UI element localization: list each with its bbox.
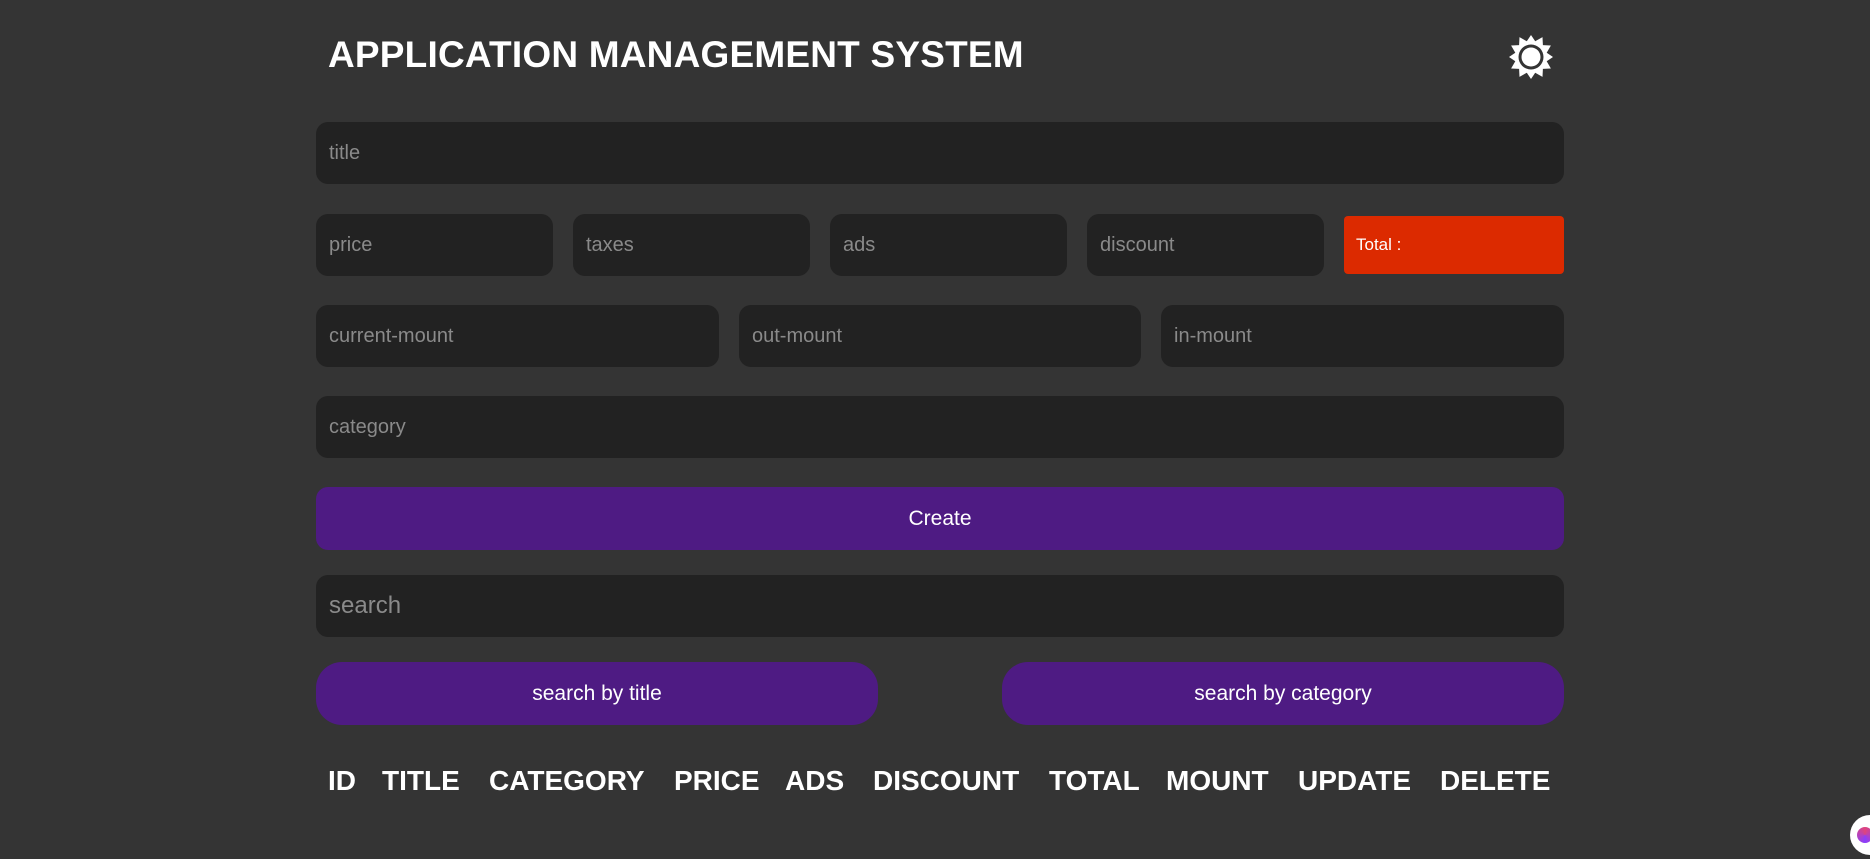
header: APPLICATION MANAGEMENT SYSTEM (316, 0, 1564, 112)
th-price: PRICE (674, 765, 760, 796)
price-input[interactable] (316, 214, 553, 276)
th-category: CATEGORY (489, 765, 645, 796)
table-header-row: ID TITLE CATEGORY PRICE ADS DISCOUNT TOT… (316, 765, 1564, 801)
create-button-label: Create (908, 506, 972, 530)
th-update: UPDATE (1298, 765, 1412, 796)
create-button[interactable]: Create (316, 487, 1564, 550)
th-delete: DELETE (1440, 765, 1551, 796)
current-mount-input[interactable] (316, 305, 719, 367)
th-title: TITLE (382, 765, 460, 796)
badge-logo-icon (1857, 827, 1870, 843)
app-container: APPLICATION MANAGEMENT SYSTEM Total : Cr… (316, 0, 1564, 796)
search-by-category-label: search by category (1194, 681, 1372, 705)
page-title: APPLICATION MANAGEMENT SYSTEM (328, 34, 1024, 75)
total-display: Total : (1344, 216, 1564, 274)
sun-icon (1509, 35, 1553, 79)
total-label: Total : (1356, 235, 1402, 254)
search-input[interactable] (316, 575, 1564, 637)
title-input[interactable] (316, 122, 1564, 184)
search-by-title-label: search by title (532, 681, 662, 705)
in-mount-input[interactable] (1161, 305, 1564, 367)
th-id: ID (328, 765, 356, 796)
category-input[interactable] (316, 396, 1564, 458)
th-ads: ADS (785, 765, 845, 796)
th-discount: DISCOUNT (873, 765, 1020, 796)
search-by-title-button[interactable]: search by title (316, 662, 878, 725)
th-mount: MOUNT (1166, 765, 1269, 796)
discount-input[interactable] (1087, 214, 1324, 276)
search-by-category-button[interactable]: search by category (1002, 662, 1564, 725)
taxes-input[interactable] (573, 214, 810, 276)
th-total: TOTAL (1049, 765, 1140, 796)
extension-badge-icon[interactable] (1850, 815, 1870, 855)
theme-toggle-button[interactable] (1506, 32, 1556, 82)
ads-input[interactable] (830, 214, 1067, 276)
out-mount-input[interactable] (739, 305, 1141, 367)
